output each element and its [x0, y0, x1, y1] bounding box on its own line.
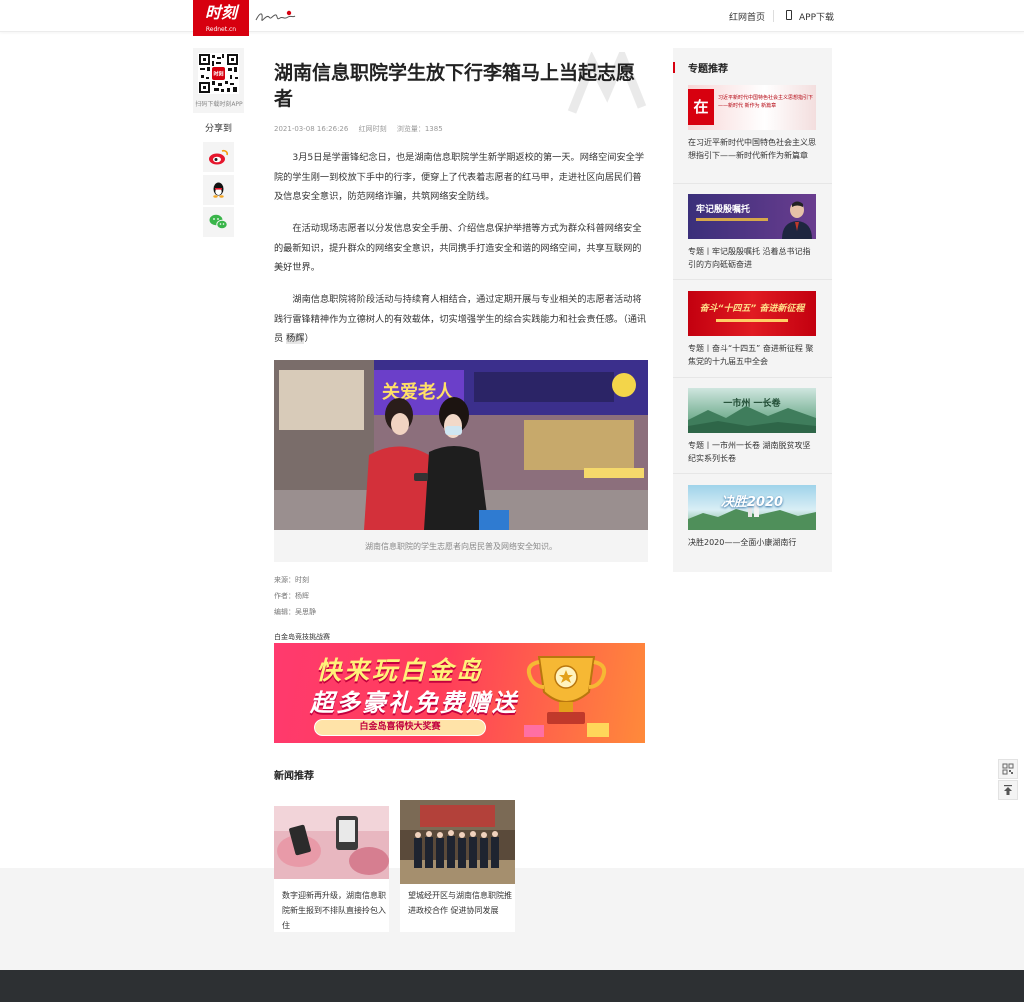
site-logo[interactable]: 时刻 Rednet.cn [193, 0, 249, 36]
footer-bar [0, 970, 1024, 1002]
topic-banner-text: 一市州 一长卷 [723, 399, 781, 409]
share-qq-button[interactable] [203, 175, 234, 205]
topic-banner[interactable]: 一市州 一长卷 [688, 388, 816, 433]
news-card-title: 望城经开区与湖南信息职院推进政校合作 促进协同发展 [408, 891, 512, 915]
news-card-image [400, 800, 515, 884]
landscape-icon [688, 406, 816, 433]
svg-text:时刻: 时刻 [213, 71, 223, 78]
topic-title[interactable]: 在习近平新时代中国特色社会主义思想指引下——新时代新作为新篇章 [688, 136, 818, 162]
topic-banner-text: 决胜2020 [720, 495, 784, 510]
topic-banner-text: 习近平新时代中国特色社会主义思想指引下——新时代 新作为 新篇章 [718, 95, 814, 109]
back-to-top-button[interactable] [998, 780, 1018, 800]
sidebar-divider [673, 279, 832, 280]
news-card[interactable]: 数字迎新再升级，湖南信息职院新生报到不排队直接拎包入住 [274, 800, 389, 932]
arrow-up-icon [1004, 785, 1012, 795]
paragraph-close: ） [304, 333, 314, 344]
article-paragraph: 3月5日是学雷锋纪念日，也是湖南信息职院学生新学期返校的第一天。网络空间安全学院… [274, 152, 645, 202]
article-meta: 2021-03-08 16:26:26 红网时刻 浏览量：1385 [274, 124, 451, 134]
ad-subheadline: 超多豪礼免费赠送 [310, 689, 518, 717]
reporter-name: 杨辉 [286, 333, 305, 344]
topic-banner[interactable]: 奋斗“十四五” 奋进新征程 [688, 291, 816, 336]
author-line: 作者：杨辉 [274, 592, 309, 600]
wechat-icon [209, 214, 228, 230]
topic-banner[interactable]: 决胜2020 [688, 485, 816, 530]
float-qr-button[interactable] [998, 759, 1018, 779]
top-bar [0, 0, 1024, 32]
sidebar-divider [673, 183, 832, 184]
article-photo: 关爱老人 [274, 360, 648, 530]
article-source-site: 红网时刻 [358, 125, 387, 133]
qr-icon [1002, 763, 1014, 775]
qr-code-icon: 时刻 [198, 53, 239, 94]
portrait-icon [782, 201, 812, 239]
article-date: 2021-03-08 16:26:26 [274, 125, 349, 133]
logo-subtext: Rednet.cn [205, 26, 237, 33]
phone-icon [786, 10, 792, 20]
nav-app-download-link[interactable]: APP下载 [799, 10, 834, 23]
sidebar-divider [673, 473, 832, 474]
topic-banner[interactable]: 牢记殷殷嘱托 [688, 194, 816, 239]
news-recommend-title: 新闻推荐 [274, 771, 314, 782]
weibo-icon [209, 149, 228, 165]
topic-title[interactable]: 专题丨牢记殷殷嘱托 沿着总书记指引的方向砥砺奋进 [688, 245, 818, 271]
news-card[interactable]: 望城经开区与湖南信息职院推进政校合作 促进协同发展 [400, 800, 515, 932]
banner-stripe [716, 319, 788, 322]
sidebar-title: 专题推荐 [688, 64, 728, 75]
source-line: 来源：时刻 [274, 576, 309, 584]
ad-pill: 白金岛喜得快大奖赛 [314, 719, 486, 736]
share-label: 分享到 [204, 124, 232, 134]
logo-text: 时刻 [204, 3, 237, 22]
article-paragraph: 湖南信息职院将阶段活动与持续育人相结合，通过定期开展与专业相关的志愿者活动将践行… [274, 290, 648, 349]
nav-divider [773, 10, 774, 22]
qr-label: 扫码下载时刻APP [195, 101, 243, 108]
signature-logo-icon [255, 10, 296, 21]
article-paragraph-text: 湖南信息职院将阶段活动与持续育人相结合，通过定期开展与专业相关的志愿者活动将践行… [274, 294, 647, 344]
share-wechat-button[interactable] [203, 207, 234, 237]
topic-banner-text: 牢记殷殷嘱托 [696, 205, 751, 215]
editor-line: 编辑：吴思静 [274, 608, 316, 616]
topic-banner[interactable]: 在 习近平新时代中国特色社会主义思想指引下——新时代 新作为 新篇章 [688, 85, 816, 130]
share-weibo-button[interactable] [203, 142, 234, 172]
photo-caption: 湖南信息职院的学生志愿者向居民普及网络安全知识。 [365, 542, 557, 551]
ad-label: 白金岛竞技挑战赛 [274, 633, 330, 641]
watermark-logo-icon [567, 52, 647, 114]
topic-title[interactable]: 决胜2020——全面小康湖南行 [688, 536, 818, 549]
topic-banner-text: 奋斗“十四五” 奋进新征程 [699, 304, 805, 314]
qq-icon [213, 182, 224, 198]
topic-banner-mark: 在 [688, 89, 714, 125]
ad-banner[interactable]: 快来玩白金岛 超多豪礼免费赠送 白金岛喜得快大奖赛 [274, 643, 645, 743]
banner-stripe [696, 218, 768, 221]
trophy-icon [524, 656, 609, 737]
ad-headline: 快来玩白金岛 [316, 656, 485, 685]
topic-title[interactable]: 专题丨一市州一长卷 湖南脱贫攻坚纪实系列长卷 [688, 439, 818, 465]
sidebar-title-accent [673, 62, 675, 73]
news-card-image [274, 806, 389, 879]
sidebar-divider [673, 377, 832, 378]
article-views: 浏览量：1385 [396, 125, 443, 133]
topic-title[interactable]: 专题丨奋斗“十四五” 奋进新征程 聚焦党的十九届五中全会 [688, 342, 818, 368]
nav-home-link[interactable]: 红网首页 [729, 10, 765, 23]
article-paragraph: 在活动现场志愿者以分发信息安全手册、介绍信息保护举措等方式为群众科普网络安全的最… [274, 223, 642, 273]
news-card-title: 数字迎新再升级，湖南信息职院新生报到不排队直接拎包入住 [282, 891, 386, 930]
